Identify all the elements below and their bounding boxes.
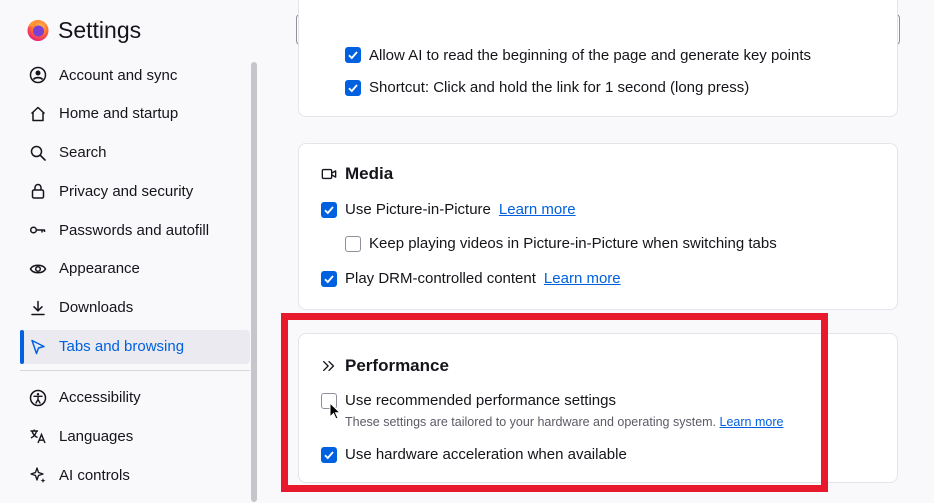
recommended-perf-learn-more-link[interactable]: Learn more <box>720 415 784 429</box>
accessibility-icon <box>29 389 47 406</box>
keep-playing-checkbox[interactable] <box>345 235 361 252</box>
sidebar-item-passwords-and-autofill[interactable]: Passwords and autofill <box>20 213 250 247</box>
sidebar-item-label: Appearance <box>59 260 140 278</box>
pip-checkbox[interactable] <box>321 201 337 218</box>
home-icon <box>30 106 46 122</box>
search-icon <box>30 145 46 161</box>
sidebar-item-label: Home and startup <box>59 105 179 123</box>
ai-key-points-checkbox[interactable] <box>345 47 361 63</box>
key-icon <box>29 226 46 234</box>
sidebar: Settings Account and sync Home and start… <box>0 0 266 503</box>
account-icon <box>29 66 47 84</box>
sidebar-item-home-and-startup[interactable]: Home and startup <box>20 97 250 131</box>
performance-section-title: Performance <box>321 356 449 376</box>
sidebar-item-languages[interactable]: Languages <box>20 419 250 453</box>
media-title: Media <box>345 164 394 183</box>
sidebar-item-label: Languages <box>59 427 134 445</box>
sidebar-item-label: Passwords and autofill <box>59 221 210 239</box>
drm-label: Play DRM-controlled content <box>345 270 536 287</box>
sidebar-divider <box>20 369 250 371</box>
sidebar-scrollbar[interactable] <box>251 62 257 502</box>
recommended-perf-label: Use recommended performance settings <box>345 392 616 409</box>
media-section-title: Media <box>321 164 393 184</box>
recommended-perf-description: These settings are tailored to your hard… <box>345 415 783 429</box>
pip-label: Use Picture-in-Picture <box>345 201 491 218</box>
sparkle-icon <box>30 467 46 484</box>
link-preview-card: Allow AI to read the beginning of the pa… <box>298 0 898 117</box>
keep-playing-row[interactable]: Keep playing videos in Picture-in-Pictur… <box>345 235 777 252</box>
sidebar-item-downloads[interactable]: Downloads <box>20 291 250 325</box>
sidebar-item-label: Accessibility <box>59 389 141 407</box>
main-content: Allow AI to read the beginning of the pa… <box>266 0 934 503</box>
sidebar-item-label: Account and sync <box>59 66 178 84</box>
eye-icon <box>29 264 47 274</box>
sidebar-item-privacy-and-security[interactable]: Privacy and security <box>20 174 250 208</box>
page-title: Settings <box>58 16 142 43</box>
ai-key-points-label: Allow AI to read the beginning of the pa… <box>369 46 811 64</box>
drm-row[interactable]: Play DRM-controlled content Learn more <box>321 270 621 287</box>
sidebar-item-label: Search <box>59 144 107 162</box>
drm-learn-more-link[interactable]: Learn more <box>544 270 621 287</box>
sidebar-item-ai-controls[interactable]: AI controls <box>20 458 250 492</box>
sidebar-item-tabs-and-browsing[interactable]: Tabs and browsing <box>20 329 250 364</box>
shortcut-checkbox[interactable] <box>345 79 361 96</box>
hw-accel-label: Use hardware acceleration when available <box>345 446 627 463</box>
hw-accel-row[interactable]: Use hardware acceleration when available <box>321 446 627 463</box>
sidebar-item-label: AI controls <box>59 466 130 484</box>
sidebar-item-appearance[interactable]: Appearance <box>20 252 250 286</box>
sidebar-nav: Account and sync Home and startup Search… <box>20 58 250 497</box>
app-title: Settings <box>26 14 141 46</box>
translate-icon <box>30 429 46 444</box>
video-camera-icon <box>321 168 337 180</box>
ai-key-points-row[interactable]: Allow AI to read the beginning of the pa… <box>345 46 811 64</box>
sidebar-item-label: Tabs and browsing <box>59 338 185 356</box>
recommended-perf-desc-text: These settings are tailored to your hard… <box>345 415 717 429</box>
sidebar-item-accessibility[interactable]: Accessibility <box>20 381 250 415</box>
drm-checkbox[interactable] <box>321 270 337 287</box>
keep-playing-label: Keep playing videos in Picture-in-Pictur… <box>369 235 777 252</box>
hw-accel-checkbox[interactable] <box>321 446 337 463</box>
pip-learn-more-link[interactable]: Learn more <box>499 201 576 218</box>
sidebar-item-account-and-sync[interactable]: Account and sync <box>20 58 250 92</box>
shortcut-row[interactable]: Shortcut: Click and hold the link for 1 … <box>345 79 749 96</box>
lock-icon <box>31 184 45 200</box>
performance-card: Performance Use recommended performance … <box>298 333 898 483</box>
pip-row[interactable]: Use Picture-in-Picture Learn more <box>321 201 576 218</box>
sidebar-item-label: Privacy and security <box>59 182 194 200</box>
performance-title: Performance <box>345 356 449 375</box>
sidebar-item-search[interactable]: Search <box>20 136 250 170</box>
double-chevron-right-icon <box>323 360 335 372</box>
shortcut-label: Shortcut: Click and hold the link for 1 … <box>369 79 750 96</box>
media-card: Media Use Picture-in-Picture Learn more … <box>298 143 898 310</box>
pointer-icon <box>31 339 45 354</box>
mouse-cursor-icon <box>329 402 341 420</box>
download-icon <box>31 300 45 316</box>
recommended-perf-row[interactable]: Use recommended performance settings <box>321 392 616 409</box>
firefox-logo-icon <box>27 20 49 41</box>
sidebar-item-label: Downloads <box>59 299 134 317</box>
